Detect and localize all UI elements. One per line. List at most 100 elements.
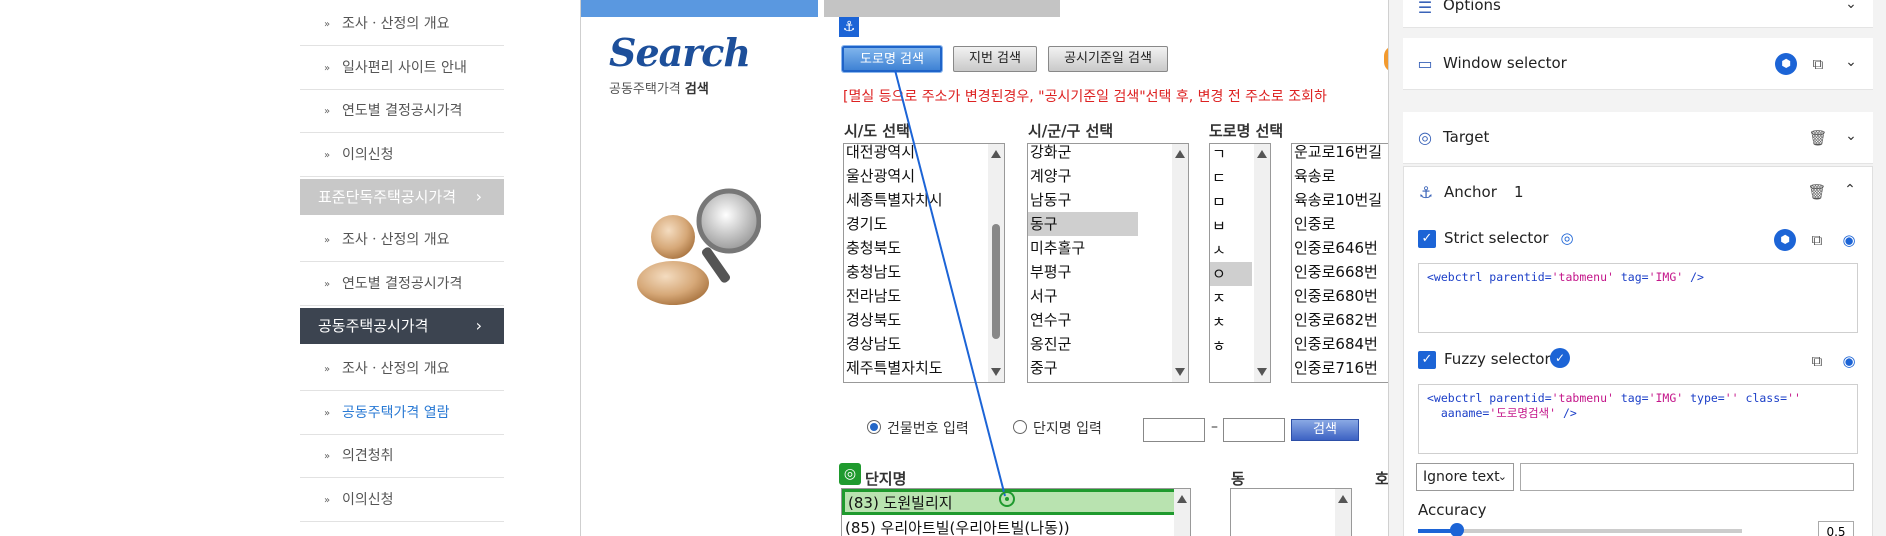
list-item-selected[interactable]: ㅇ xyxy=(1210,262,1252,286)
chevron-down-icon[interactable]: ⌄ xyxy=(1841,52,1861,72)
list-item[interactable]: 경기도 xyxy=(844,212,1004,236)
ignore-text-input[interactable] xyxy=(1520,463,1854,491)
list-item[interactable]: 세종특별자치시 xyxy=(844,188,1004,212)
scroll-down-icon[interactable] xyxy=(991,368,1001,376)
list-item[interactable]: 서구 xyxy=(1028,284,1188,308)
fuzzy-selector-checkbox[interactable]: ✓ xyxy=(1418,351,1436,369)
scroll-thumb[interactable] xyxy=(992,224,1000,339)
sidebar-item-standard-overview[interactable]: » 조사ㆍ산정의 개요 xyxy=(300,219,504,262)
scroll-up-icon[interactable] xyxy=(1338,495,1348,503)
tab-strip-inactive[interactable] xyxy=(824,0,1060,17)
accuracy-slider-handle[interactable] xyxy=(1449,523,1464,536)
list-item[interactable]: 운교로16번길 xyxy=(1292,144,1401,164)
dong-listbox[interactable] xyxy=(1230,488,1352,536)
scrollbar[interactable] xyxy=(988,144,1004,382)
building-number-sub-input[interactable] xyxy=(1223,418,1285,442)
sidebar-item-opinion[interactable]: » 의견청취 xyxy=(300,435,504,478)
chevron-up-icon[interactable]: ⌃ xyxy=(1840,180,1860,200)
scroll-up-icon[interactable] xyxy=(991,150,1001,158)
search-button[interactable]: 검색 xyxy=(1291,419,1359,441)
sigungu-listbox[interactable]: 강화군 계양구 남동구 동구 미추홀구 부평구 서구 연수구 옹진군 중구 xyxy=(1027,143,1189,383)
list-item[interactable]: 인중로646번 xyxy=(1292,236,1401,260)
sidebar-item-yearly-price[interactable]: » 연도별 결정공시가격 xyxy=(300,90,504,133)
strict-selector-checkbox[interactable]: ✓ xyxy=(1418,230,1436,248)
initial-consonant-listbox[interactable]: ㄱ ㄷ ㅁ ㅂ ㅅ ㅇ ㅈ ㅊ ㅎ xyxy=(1209,143,1271,383)
target-icon[interactable]: ◎ xyxy=(1556,227,1578,249)
list-item[interactable]: 대전광역시 xyxy=(844,144,1004,164)
list-item[interactable]: 연수구 xyxy=(1028,308,1188,332)
scrollbar[interactable] xyxy=(1172,144,1188,382)
sidebar-section-apartment[interactable]: 공동주택공시가격 › xyxy=(300,308,504,344)
tab-lot-number-search[interactable]: 지번 검색 xyxy=(953,46,1037,72)
scroll-down-icon[interactable] xyxy=(1257,368,1267,376)
tab-reference-date-search[interactable]: 공시기준일 검색 xyxy=(1048,46,1168,72)
list-item[interactable]: 전라남도 xyxy=(844,284,1004,308)
list-item[interactable]: 옹진군 xyxy=(1028,332,1188,356)
list-item[interactable]: 부평구 xyxy=(1028,260,1188,284)
radio-complex-name[interactable] xyxy=(1013,420,1027,434)
sidebar-section-standard-house[interactable]: 표준단독주택공시가격 › xyxy=(300,179,504,215)
scroll-up-icon[interactable] xyxy=(1175,150,1185,158)
element-explorer-icon[interactable]: ⬢ xyxy=(1774,229,1796,251)
sidebar-item-apartment-overview[interactable]: » 조사ㆍ산정의 개요 xyxy=(300,348,504,391)
list-item[interactable]: 인중로 xyxy=(1292,212,1401,236)
road-listbox[interactable]: 운교로16번길 육송로 육송로10번길 인중로 인중로646번 인중로668번 … xyxy=(1291,143,1401,383)
tab-strip-active[interactable] xyxy=(581,0,818,17)
eye-icon[interactable]: ◉ xyxy=(1838,229,1860,251)
accuracy-slider[interactable] xyxy=(1418,523,1742,536)
sidebar-item-overview[interactable]: » 조사ㆍ산정의 개요 xyxy=(300,3,504,46)
list-item[interactable]: 육송로 xyxy=(1292,164,1401,188)
eye-icon[interactable]: ◉ xyxy=(1838,350,1860,372)
copy-icon[interactable]: ⧉ xyxy=(1806,229,1828,251)
list-item[interactable]: 경상남도 xyxy=(844,332,1004,356)
scroll-up-icon[interactable] xyxy=(1257,150,1267,158)
sido-listbox[interactable]: 대전광역시 울산광역시 세종특별자치시 경기도 충청북도 충청남도 전라남도 경… xyxy=(843,143,1005,383)
list-item[interactable]: 미추홀구 xyxy=(1028,236,1188,260)
list-item[interactable]: 강화군 xyxy=(1028,144,1188,164)
trash-icon[interactable]: 🗑 xyxy=(1806,181,1828,203)
list-item[interactable]: 제주특별자치도 xyxy=(844,356,1004,380)
scroll-down-icon[interactable] xyxy=(1175,368,1185,376)
trash-icon[interactable]: 🗑 xyxy=(1807,127,1829,149)
chevron-down-icon[interactable]: ⌄ xyxy=(1841,0,1861,14)
sidebar-item-site-guide[interactable]: » 일사편리 사이트 안내 xyxy=(300,47,504,90)
ignore-text-dropdown[interactable]: Ignore text ⌄ xyxy=(1416,463,1514,491)
strict-selector-editor[interactable]: <webctrl parentid='tabmenu' tag='IMG' /> xyxy=(1418,263,1858,333)
radio-building-number[interactable] xyxy=(867,420,881,434)
scrollbar[interactable] xyxy=(1254,144,1270,382)
complex-listbox[interactable]: (83) 도원빌리지 (85) 우리아트빌(우리아트빌(나동)) xyxy=(841,488,1191,536)
list-item[interactable]: 인중로684번 xyxy=(1292,332,1401,356)
list-item-selected[interactable]: (83) 도원빌리지 xyxy=(842,489,1190,515)
sidebar-item-apartment-objection[interactable]: » 이의신청 xyxy=(300,479,504,522)
scrollbar[interactable] xyxy=(1174,489,1190,536)
target-section[interactable]: ◎ Target 🗑 ⌄ xyxy=(1403,112,1873,164)
sidebar-item-apartment-view[interactable]: » 공동주택가격 열람 xyxy=(300,392,504,435)
tab-road-name-search[interactable]: 도로명 검색 xyxy=(841,45,943,73)
list-item[interactable]: 남동구 xyxy=(1028,188,1188,212)
list-item[interactable]: 경상북도 xyxy=(844,308,1004,332)
fuzzy-selector-editor[interactable]: <webctrl parentid='tabmenu' tag='IMG' ty… xyxy=(1418,384,1858,454)
sidebar-item-objection[interactable]: » 이의신청 xyxy=(300,134,504,177)
scroll-up-icon[interactable] xyxy=(1177,495,1187,503)
copy-icon[interactable]: ⧉ xyxy=(1806,350,1828,372)
sidebar-item-standard-yearly[interactable]: » 연도별 결정공시가격 xyxy=(300,263,504,306)
accuracy-value[interactable]: 0.5 xyxy=(1818,521,1854,536)
list-item[interactable]: 중구 xyxy=(1028,356,1188,380)
list-item-selected[interactable]: 동구 xyxy=(1028,212,1138,236)
list-item[interactable]: 인중로668번 xyxy=(1292,260,1401,284)
options-section[interactable]: ☰ Options ⌄ xyxy=(1403,0,1873,28)
list-item[interactable]: 울산광역시 xyxy=(844,164,1004,188)
building-number-main-input[interactable] xyxy=(1143,418,1205,442)
window-selector-section[interactable]: ▭ Window selector ⬢ ⧉ ⌄ xyxy=(1403,38,1873,90)
chevron-down-icon[interactable]: ⌄ xyxy=(1841,126,1861,146)
list-item[interactable]: 충청남도 xyxy=(844,260,1004,284)
list-item[interactable]: 인중로680번 xyxy=(1292,284,1401,308)
element-explorer-icon[interactable]: ⬢ xyxy=(1775,53,1797,75)
list-item[interactable]: 충청북도 xyxy=(844,236,1004,260)
scrollbar[interactable] xyxy=(1335,489,1351,536)
list-item[interactable]: 인중로716번 xyxy=(1292,356,1401,380)
list-item[interactable]: 인중로682번 xyxy=(1292,308,1401,332)
list-item[interactable]: 계양구 xyxy=(1028,164,1188,188)
list-item[interactable]: (85) 우리아트빌(우리아트빌(나동)) xyxy=(842,515,1190,536)
list-item[interactable]: 육송로10번길 xyxy=(1292,188,1401,212)
